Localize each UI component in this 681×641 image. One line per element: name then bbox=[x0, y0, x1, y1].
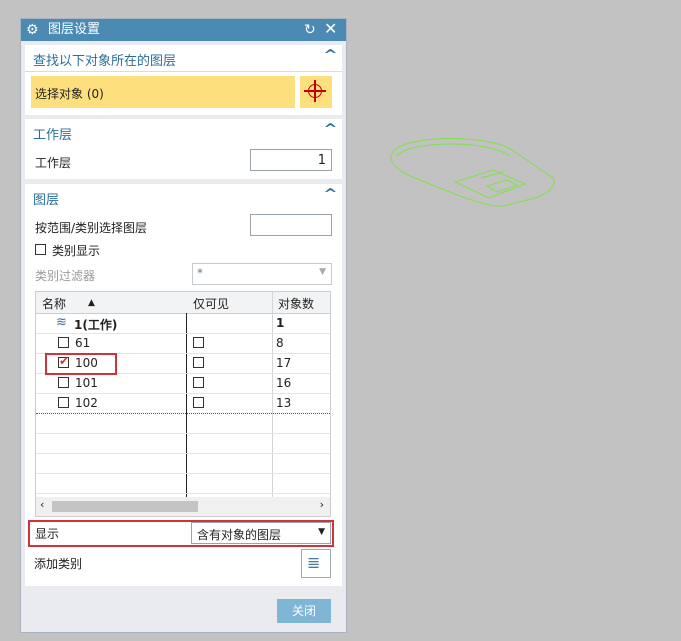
visible-only-checkbox[interactable] bbox=[193, 337, 204, 348]
chevron-down-icon: ▼ bbox=[319, 267, 326, 277]
layer-name: 102 bbox=[75, 396, 98, 410]
range-input[interactable] bbox=[250, 214, 332, 236]
work-layer-input[interactable]: 1 bbox=[250, 149, 332, 171]
select-object-label: 选择对象 (0) bbox=[35, 87, 104, 101]
table-header: 名称 ▲ 仅可见 对象数 bbox=[36, 292, 330, 314]
scrollbar-thumb[interactable] bbox=[52, 501, 198, 512]
highlight-box bbox=[28, 520, 334, 547]
work-layer-header[interactable]: 工作层 bbox=[33, 124, 72, 143]
divider bbox=[25, 71, 342, 72]
layers-stack-icon: ≣ bbox=[307, 553, 321, 572]
layer-count: 16 bbox=[276, 376, 292, 390]
work-layer-section: 工作层 ^ 工作层 1 bbox=[25, 119, 342, 179]
layer-name: 1(工作) bbox=[74, 318, 118, 332]
category-filter-label: 类别过滤器 bbox=[35, 269, 96, 283]
find-section-header[interactable]: 查找以下对象所在的图层 bbox=[33, 50, 176, 69]
layer-visible-checkbox[interactable] bbox=[58, 337, 69, 348]
dialog-titlebar: ⚙ 图层设置 ↻ ✕ bbox=[21, 19, 346, 41]
add-category-label: 添加类别 bbox=[34, 557, 83, 571]
scroll-left-icon[interactable]: ‹ bbox=[40, 498, 44, 511]
close-button[interactable]: 关闭 bbox=[277, 599, 331, 623]
visible-only-checkbox[interactable] bbox=[193, 377, 204, 388]
layers-icon: ≋ bbox=[56, 315, 67, 330]
layer-count: 13 bbox=[276, 396, 292, 410]
layer-settings-dialog: ⚙ 图层设置 ↻ ✕ 查找以下对象所在的图层 ^ 选择对象 (0) 工作层 ^ … bbox=[20, 18, 347, 633]
table-row bbox=[36, 413, 330, 434]
reset-icon[interactable]: ↻ bbox=[304, 21, 316, 39]
crosshair-icon bbox=[304, 80, 326, 102]
category-display-label: 类别显示 bbox=[52, 244, 101, 258]
horizontal-scrollbar[interactable]: ‹ › bbox=[36, 497, 330, 516]
work-layer-value: 1 bbox=[317, 153, 326, 168]
collapse-layer-icon[interactable]: ^ bbox=[323, 187, 337, 202]
gear-icon[interactable]: ⚙ bbox=[26, 21, 39, 39]
dialog-title: 图层设置 bbox=[48, 22, 101, 37]
layer-visible-checkbox[interactable] bbox=[58, 397, 69, 408]
visible-only-checkbox[interactable] bbox=[193, 357, 204, 368]
layer-count: 1 bbox=[276, 316, 285, 330]
layer-table: 名称 ▲ 仅可见 对象数 ≋ 1(工作) 1 61 8 ✔ 100 17 101… bbox=[35, 291, 331, 517]
table-row[interactable]: ≋ 1(工作) 1 bbox=[36, 313, 330, 334]
layer-visible-checkbox[interactable] bbox=[58, 377, 69, 388]
table-row[interactable]: 101 16 bbox=[36, 373, 330, 394]
category-display-checkbox[interactable] bbox=[35, 244, 46, 255]
close-icon[interactable]: ✕ bbox=[324, 20, 337, 38]
collapse-find-icon[interactable]: ^ bbox=[323, 48, 337, 63]
column-visible-only-header[interactable]: 仅可见 bbox=[193, 295, 229, 312]
layer-count: 8 bbox=[276, 336, 284, 350]
table-row[interactable]: 102 13 bbox=[36, 393, 330, 414]
table-row bbox=[36, 453, 330, 474]
column-count-header[interactable]: 对象数 bbox=[278, 295, 314, 312]
model-outline bbox=[390, 138, 555, 207]
collapse-work-layer-icon[interactable]: ^ bbox=[323, 122, 337, 137]
category-filter-value: * bbox=[197, 266, 203, 280]
select-object-field[interactable]: 选择对象 (0) bbox=[31, 76, 295, 108]
work-layer-label: 工作层 bbox=[35, 156, 72, 170]
scroll-right-icon[interactable]: › bbox=[320, 498, 324, 511]
sort-ascending-icon[interactable]: ▲ bbox=[88, 298, 95, 308]
select-object-button[interactable] bbox=[300, 76, 332, 108]
table-row bbox=[36, 433, 330, 454]
layer-name: 61 bbox=[75, 336, 91, 350]
table-row[interactable]: 61 8 bbox=[36, 333, 330, 354]
column-name-header[interactable]: 名称 bbox=[42, 295, 66, 312]
highlight-box bbox=[45, 353, 117, 375]
range-label: 按范围/类别选择图层 bbox=[35, 221, 148, 235]
visible-only-checkbox[interactable] bbox=[193, 397, 204, 408]
layer-name: 101 bbox=[75, 376, 98, 390]
layer-count: 17 bbox=[276, 356, 292, 370]
layer-section-header[interactable]: 图层 bbox=[33, 189, 59, 208]
add-category-button[interactable]: ≣ bbox=[301, 549, 331, 578]
table-row bbox=[36, 473, 330, 494]
category-filter-select[interactable]: * ▼ bbox=[192, 263, 332, 285]
